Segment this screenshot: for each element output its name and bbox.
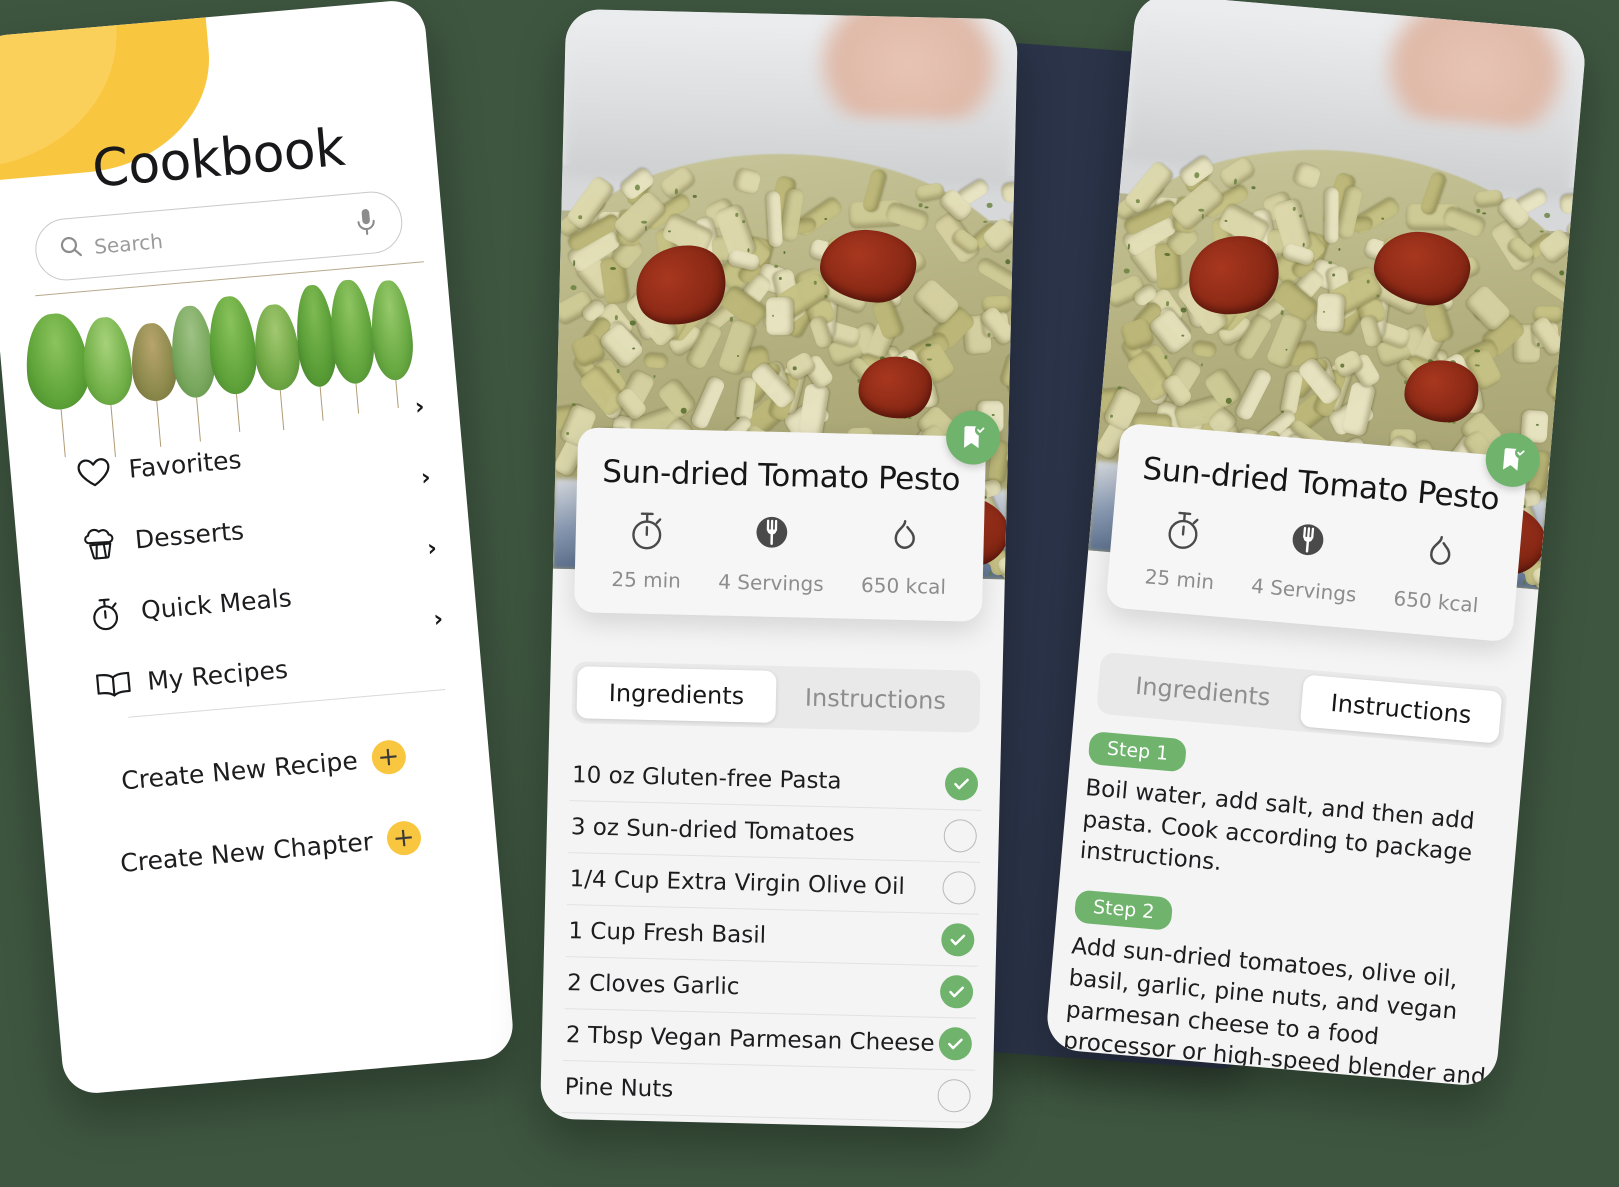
ingredient-name: 2 Tbsp Vegan Parmesan Cheese xyxy=(565,1021,935,1057)
heart-icon xyxy=(76,456,116,489)
create-new-recipe-button[interactable]: Create New Recipe + xyxy=(37,732,490,805)
instruction-steps: Step 1 Boil water, add salt, and then add… xyxy=(1057,731,1519,1088)
plate-fork-icon xyxy=(753,513,792,559)
meta-time: 25 min xyxy=(611,510,682,593)
step-badge: Step 2 xyxy=(1073,889,1174,932)
ingredient-row[interactable]: 1 Cup Fresh Basil xyxy=(565,905,979,967)
tab-ingredients[interactable]: Ingredients xyxy=(576,666,777,723)
meta-time-value: 25 min xyxy=(1143,564,1216,595)
checkbox-empty-icon[interactable] xyxy=(937,1078,972,1113)
phone-recipe-ingredients: Sun-dried Tomato Pesto 25 min 4 Servings… xyxy=(539,8,1019,1130)
ingredient-row[interactable]: 10 oz Gluten-free Pasta xyxy=(569,749,983,811)
meta-calories-value: 650 kcal xyxy=(860,572,947,599)
create-new-recipe-label: Create New Recipe xyxy=(120,745,359,796)
app-showcase-stage: Cookbook Search Favorites › Desserts › Q… xyxy=(0,0,1619,1187)
tab-instructions[interactable]: Instructions xyxy=(775,671,975,728)
meta-servings-value: 4 Servings xyxy=(717,569,824,597)
checkbox-checked-icon[interactable] xyxy=(939,974,974,1009)
tab-instructions[interactable]: Instructions xyxy=(1299,674,1503,744)
meta-calories-value: 650 kcal xyxy=(1392,586,1480,618)
plus-icon[interactable]: + xyxy=(369,738,407,776)
step-text: Add sun-dried tomatoes, olive oil, basil… xyxy=(1059,933,1487,1088)
ingredient-row[interactable]: 2 Cloves Garlic xyxy=(564,957,978,1019)
ingredient-row[interactable]: Pine Nuts xyxy=(562,1061,976,1123)
checkbox-checked-icon[interactable] xyxy=(944,766,979,801)
ingredient-name: 3 oz Sun-dried Tomatoes xyxy=(570,813,856,847)
ingredient-list: 10 oz Gluten-free Pasta 3 oz Sun-dried To… xyxy=(562,749,983,1123)
ingredient-name: Pine Nuts xyxy=(564,1073,674,1103)
chevron-right-icon[interactable]: › xyxy=(414,394,426,421)
recipe-meta-row: 25 min 4 Servings 650 kcal xyxy=(574,509,984,600)
ingredient-name: 10 oz Gluten-free Pasta xyxy=(571,761,842,795)
recipe-tabs: Ingredients Instructions xyxy=(571,661,981,733)
create-new-chapter-button[interactable]: Create New Chapter + xyxy=(44,813,497,886)
ingredient-row[interactable]: 3 oz Sun-dried Tomatoes xyxy=(568,801,982,863)
phone-recipe-instructions: Sun-dried Tomato Pesto 25 min 4 Servings… xyxy=(1044,0,1588,1088)
flame-icon xyxy=(885,517,924,563)
sidebar-item-label: My Recipes xyxy=(146,654,289,696)
meta-servings: 4 Servings xyxy=(1250,517,1362,607)
checkbox-checked-icon[interactable] xyxy=(938,1026,973,1061)
meta-calories: 650 kcal xyxy=(1393,529,1485,617)
checkbox-checked-icon[interactable] xyxy=(940,922,975,957)
flame-icon xyxy=(1419,531,1461,579)
recipe-tabs: Ingredients Instructions xyxy=(1096,651,1508,750)
meta-time: 25 min xyxy=(1144,507,1220,594)
timer-icon xyxy=(88,595,129,632)
book-icon xyxy=(94,669,134,700)
meta-calories: 650 kcal xyxy=(861,516,948,599)
recipe-meta-row: 25 min 4 Servings 650 kcal xyxy=(1107,504,1521,620)
ingredient-name: 1/4 Cup Extra Virgin Olive Oil xyxy=(569,865,906,900)
tab-ingredients[interactable]: Ingredients xyxy=(1101,657,1304,726)
sidebar-item-label: Quick Meals xyxy=(139,583,293,626)
step-badge: Step 1 xyxy=(1087,731,1188,773)
sidebar-menu: Favorites › Desserts › Quick Meals › My … xyxy=(8,394,483,727)
plate-fork-icon xyxy=(1287,520,1329,568)
step-text: Boil water, add salt, and then add pasta… xyxy=(1078,774,1476,877)
ingredient-name: 2 Cloves Garlic xyxy=(566,969,740,1000)
recipe-info-card: Sun-dried Tomato Pesto 25 min 4 Servings… xyxy=(573,409,1001,622)
meta-servings-value: 4 Servings xyxy=(1250,573,1358,607)
ingredient-row[interactable]: 2 Tbsp Vegan Parmesan Cheese xyxy=(563,1009,977,1071)
recipe-info-card: Sun-dried Tomato Pesto 25 min 4 Servings… xyxy=(1105,422,1542,643)
plus-icon[interactable]: + xyxy=(385,819,423,857)
timer-icon xyxy=(628,510,667,556)
sidebar-item-label: Desserts xyxy=(133,516,245,555)
meta-servings: 4 Servings xyxy=(718,513,825,596)
sidebar-item-label: Favorites xyxy=(127,444,243,484)
phone-cookbook: Cookbook Search Favorites › Desserts › Q… xyxy=(0,0,516,1096)
checkbox-empty-icon[interactable] xyxy=(942,870,976,905)
ingredient-row[interactable]: 1/4 Cup Extra Virgin Olive Oil xyxy=(567,853,981,915)
cupcake-icon xyxy=(82,525,123,560)
meta-time-value: 25 min xyxy=(611,567,682,593)
create-new-chapter-label: Create New Chapter xyxy=(119,826,375,878)
timer-icon xyxy=(1163,509,1205,557)
ingredient-name: 1 Cup Fresh Basil xyxy=(568,917,767,949)
recipe-title: Sun-dried Tomato Pesto xyxy=(601,453,961,499)
checkbox-empty-icon[interactable] xyxy=(943,818,978,853)
